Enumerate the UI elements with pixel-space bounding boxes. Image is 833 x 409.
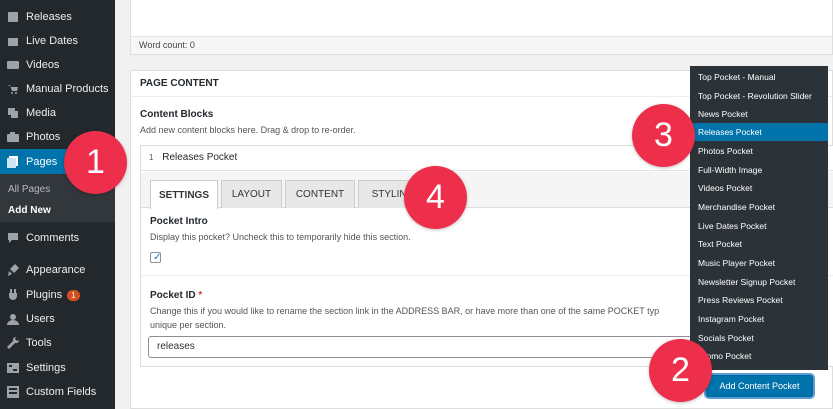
sidebar-item-videos[interactable]: Videos bbox=[0, 53, 115, 77]
tab-content[interactable]: CONTENT bbox=[285, 180, 355, 208]
wrench-icon bbox=[7, 337, 19, 349]
sidebar-item-users[interactable]: Users bbox=[0, 307, 115, 331]
dropdown-item[interactable]: Videos Pocket bbox=[690, 179, 828, 197]
pocket-id-description: Change this if you would like to rename … bbox=[150, 306, 660, 316]
video-icon bbox=[7, 61, 19, 69]
releases-icon bbox=[8, 12, 18, 22]
wp-admin-screen: Releases Live Dates Videos Manual Produc… bbox=[0, 0, 833, 409]
plugins-update-badge: 1 bbox=[67, 289, 80, 301]
camera-icon bbox=[7, 132, 19, 142]
content-editor[interactable]: Word count: 0 bbox=[130, 0, 833, 55]
dropdown-item[interactable]: Live Dates Pocket bbox=[690, 217, 828, 235]
dropdown-item[interactable]: Merchandise Pocket bbox=[690, 198, 828, 216]
callout-4: 4 bbox=[404, 166, 467, 229]
block-number: 1 bbox=[149, 153, 154, 162]
dropdown-item[interactable]: Top Pocket - Revolution Slider bbox=[690, 87, 828, 105]
callout-2: 2 bbox=[649, 339, 712, 402]
sidebar-item-label: Photos bbox=[26, 131, 61, 143]
pocket-id-description-cont: unique per section. bbox=[150, 320, 227, 330]
sidebar-item-label: Pages bbox=[26, 155, 58, 168]
sidebar-item-tools[interactable]: Tools bbox=[0, 331, 115, 355]
word-count: Word count: 0 bbox=[131, 36, 832, 54]
cart-icon bbox=[8, 85, 18, 94]
sidebar-item-comments[interactable]: Comments bbox=[0, 226, 115, 250]
sidebar-item-label: Users bbox=[26, 313, 55, 325]
dropdown-item-highlighted[interactable]: Releases Pocket bbox=[690, 123, 828, 141]
admin-sidebar: Releases Live Dates Videos Manual Produc… bbox=[0, 0, 115, 409]
pocket-intro-description: Display this pocket? Uncheck this to tem… bbox=[150, 232, 411, 242]
sidebar-item-appearance[interactable]: Appearance bbox=[0, 258, 115, 282]
dropdown-item[interactable]: Top Pocket - Manual bbox=[690, 68, 828, 86]
sidebar-item-releases[interactable]: Releases bbox=[0, 5, 115, 29]
brush-icon bbox=[8, 264, 19, 276]
tab-layout[interactable]: LAYOUT bbox=[221, 180, 282, 208]
sidebar-item-label: Plugins bbox=[26, 289, 63, 301]
sidebar-item-plugins[interactable]: Plugins 1 bbox=[0, 283, 115, 307]
pages-icon bbox=[7, 155, 18, 168]
media-icon bbox=[8, 108, 18, 118]
callout-1: 1 bbox=[64, 131, 127, 194]
sidebar-item-label: Live Dates bbox=[26, 35, 78, 47]
sidebar-item-settings[interactable]: Settings bbox=[0, 356, 115, 380]
dropdown-item[interactable]: Text Pocket bbox=[690, 235, 828, 253]
calendar-icon bbox=[8, 36, 18, 46]
dropdown-item[interactable]: Music Player Pocket bbox=[690, 254, 828, 272]
comment-icon bbox=[8, 233, 18, 243]
sidebar-item-live-dates[interactable]: Live Dates bbox=[0, 29, 115, 53]
add-pocket-dropdown: Top Pocket - Manual Top Pocket - Revolut… bbox=[690, 66, 828, 370]
sidebar-item-label: Settings bbox=[26, 362, 66, 374]
user-icon bbox=[7, 314, 19, 325]
dropdown-item[interactable]: Newsletter Signup Pocket bbox=[690, 273, 828, 291]
dropdown-item[interactable]: Full-Width Image bbox=[690, 161, 828, 179]
sidebar-item-media[interactable]: Media bbox=[0, 101, 115, 125]
add-content-pocket-button[interactable]: Add Content Pocket bbox=[706, 375, 813, 397]
grid-icon bbox=[7, 386, 19, 398]
callout-3: 3 bbox=[632, 104, 695, 167]
sidebar-item-label: Videos bbox=[26, 59, 60, 71]
sidebar-item-label: Comments bbox=[26, 232, 80, 244]
checkmark-icon: ✓ bbox=[153, 252, 162, 263]
tab-settings[interactable]: SETTINGS bbox=[150, 180, 218, 209]
block-title: Releases Pocket bbox=[162, 152, 238, 163]
content-blocks-description: Add new content blocks here. Drag & drop… bbox=[140, 125, 356, 135]
pocket-id-input[interactable]: releases bbox=[148, 336, 708, 358]
sidebar-item-label: Releases bbox=[26, 11, 72, 23]
dropdown-item[interactable]: Socials Pocket bbox=[690, 329, 828, 347]
plug-icon bbox=[9, 289, 17, 300]
sidebar-item-custom-fields[interactable]: Custom Fields bbox=[0, 380, 115, 404]
dropdown-item[interactable]: Press Reviews Pocket bbox=[690, 291, 828, 309]
sidebar-item-label: Appearance bbox=[26, 264, 86, 276]
settings-icon bbox=[7, 363, 19, 373]
required-asterisk: * bbox=[198, 290, 203, 301]
sidebar-item-label: Tools bbox=[26, 337, 52, 349]
submenu-all-pages[interactable]: All Pages bbox=[8, 184, 50, 195]
dropdown-item[interactable]: Photos Pocket bbox=[690, 142, 828, 160]
pocket-intro-checkbox[interactable]: ✓ bbox=[150, 252, 161, 263]
pocket-id-label: Pocket ID * bbox=[150, 290, 203, 301]
submenu-add-new[interactable]: Add New bbox=[8, 205, 51, 216]
content-blocks-label: Content Blocks bbox=[140, 109, 214, 120]
pocket-intro-label: Pocket Intro bbox=[150, 216, 208, 227]
sidebar-item-label: Custom Fields bbox=[26, 386, 97, 398]
dropdown-item[interactable]: News Pocket bbox=[690, 105, 828, 123]
sidebar-item-manual-products[interactable]: Manual Products bbox=[0, 77, 115, 101]
sidebar-item-label: Media bbox=[26, 107, 56, 119]
sidebar-item-label: Manual Products bbox=[26, 83, 109, 95]
dropdown-item[interactable]: Instagram Pocket bbox=[690, 310, 828, 328]
